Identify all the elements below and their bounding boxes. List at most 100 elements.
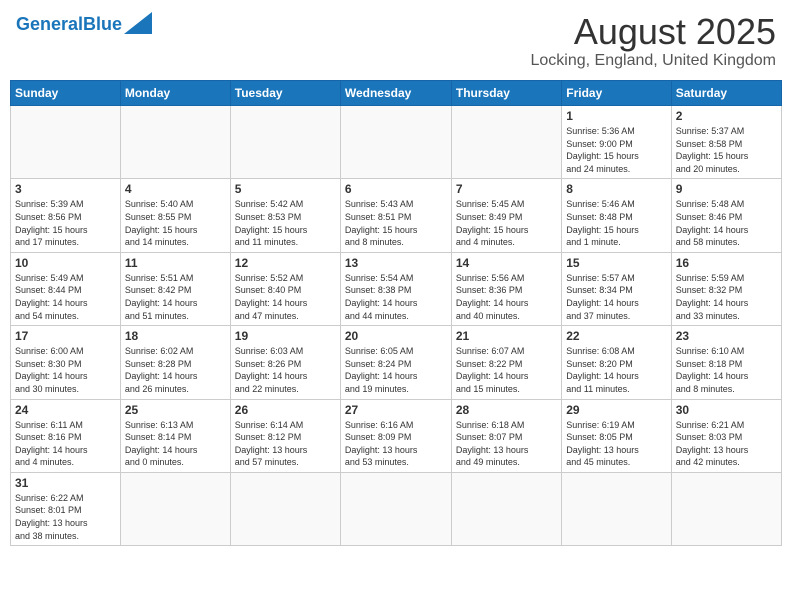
- calendar-day-cell: 4 Sunrise: 5:40 AM Sunset: 8:55 PM Daylig…: [120, 179, 230, 252]
- calendar-day-cell: 2 Sunrise: 5:37 AM Sunset: 8:58 PM Daylig…: [671, 106, 781, 179]
- calendar-week-row: 3Sunrise: 5:39 AM Sunset: 8:56 PM Daylig…: [11, 179, 782, 252]
- day-number: 8: [566, 182, 666, 196]
- day-info: Sunrise: 5:59 AM Sunset: 8:32 PM Dayligh…: [676, 272, 777, 322]
- day-info: Sunrise: 5:42 AM Sunset: 8:53 PM Dayligh…: [235, 198, 336, 248]
- calendar-day-cell: 6Sunrise: 5:43 AM Sunset: 8:51 PM Daylig…: [340, 179, 451, 252]
- day-number: 20: [345, 329, 447, 343]
- day-number: 16: [676, 256, 777, 270]
- calendar-day-cell: 31 Sunrise: 6:22 AM Sunset: 8:01 PM Dayli…: [11, 472, 121, 545]
- day-number: 10: [15, 256, 116, 270]
- day-info: Sunrise: 5:46 AM Sunset: 8:48 PM Dayligh…: [566, 198, 666, 248]
- calendar-day-cell: [451, 472, 561, 545]
- day-number: 25: [125, 403, 226, 417]
- calendar-day-cell: [451, 106, 561, 179]
- day-number: 23: [676, 329, 777, 343]
- calendar-day-cell: 12Sunrise: 5:52 AM Sunset: 8:40 PM Dayli…: [230, 252, 340, 325]
- day-number: 14: [456, 256, 557, 270]
- calendar-day-cell: 11Sunrise: 5:51 AM Sunset: 8:42 PM Dayli…: [120, 252, 230, 325]
- day-number: 29: [566, 403, 666, 417]
- calendar-day-cell: 10 Sunrise: 5:49 AM Sunset: 8:44 PM Dayli…: [11, 252, 121, 325]
- day-number: 17: [15, 329, 116, 343]
- day-info: Sunrise: 6:02 AM Sunset: 8:28 PM Dayligh…: [125, 345, 226, 395]
- logo-general: General: [16, 14, 83, 34]
- weekday-header: Wednesday: [340, 81, 451, 106]
- day-info: Sunrise: 6:18 AM Sunset: 8:07 PM Dayligh…: [456, 419, 557, 469]
- day-info: Sunrise: 6:03 AM Sunset: 8:26 PM Dayligh…: [235, 345, 336, 395]
- day-number: 27: [345, 403, 447, 417]
- day-number: 5: [235, 182, 336, 196]
- calendar-day-cell: [11, 106, 121, 179]
- calendar-day-cell: 29Sunrise: 6:19 AM Sunset: 8:05 PM Dayli…: [562, 399, 671, 472]
- calendar-day-cell: 18 Sunrise: 6:02 AM Sunset: 8:28 PM Dayli…: [120, 326, 230, 399]
- day-number: 26: [235, 403, 336, 417]
- calendar-day-cell: 28 Sunrise: 6:18 AM Sunset: 8:07 PM Dayli…: [451, 399, 561, 472]
- calendar-day-cell: 23 Sunrise: 6:10 AM Sunset: 8:18 PM Dayli…: [671, 326, 781, 399]
- calendar-day-cell: 19 Sunrise: 6:03 AM Sunset: 8:26 PM Dayli…: [230, 326, 340, 399]
- day-number: 28: [456, 403, 557, 417]
- calendar-day-cell: [120, 106, 230, 179]
- day-info: Sunrise: 6:10 AM Sunset: 8:18 PM Dayligh…: [676, 345, 777, 395]
- calendar-week-row: 10 Sunrise: 5:49 AM Sunset: 8:44 PM Dayli…: [11, 252, 782, 325]
- day-info: Sunrise: 5:48 AM Sunset: 8:46 PM Dayligh…: [676, 198, 777, 248]
- day-info: Sunrise: 5:49 AM Sunset: 8:44 PM Dayligh…: [15, 272, 116, 322]
- day-info: Sunrise: 6:14 AM Sunset: 8:12 PM Dayligh…: [235, 419, 336, 469]
- day-info: Sunrise: 6:16 AM Sunset: 8:09 PM Dayligh…: [345, 419, 447, 469]
- day-info: Sunrise: 6:08 AM Sunset: 8:20 PM Dayligh…: [566, 345, 666, 395]
- weekday-header: Sunday: [11, 81, 121, 106]
- calendar-day-cell: 24 Sunrise: 6:11 AM Sunset: 8:16 PM Dayli…: [11, 399, 121, 472]
- day-number: 15: [566, 256, 666, 270]
- calendar-week-row: 31 Sunrise: 6:22 AM Sunset: 8:01 PM Dayli…: [11, 472, 782, 545]
- weekday-header: Friday: [562, 81, 671, 106]
- calendar-day-cell: [562, 472, 671, 545]
- day-number: 7: [456, 182, 557, 196]
- calendar-day-cell: 25Sunrise: 6:13 AM Sunset: 8:14 PM Dayli…: [120, 399, 230, 472]
- day-info: Sunrise: 6:05 AM Sunset: 8:24 PM Dayligh…: [345, 345, 447, 395]
- day-info: Sunrise: 5:54 AM Sunset: 8:38 PM Dayligh…: [345, 272, 447, 322]
- calendar-day-cell: 1Sunrise: 5:36 AM Sunset: 9:00 PM Daylig…: [562, 106, 671, 179]
- day-info: Sunrise: 6:07 AM Sunset: 8:22 PM Dayligh…: [456, 345, 557, 395]
- day-info: Sunrise: 6:22 AM Sunset: 8:01 PM Dayligh…: [15, 492, 116, 542]
- day-info: Sunrise: 6:11 AM Sunset: 8:16 PM Dayligh…: [15, 419, 116, 469]
- title-area: August 2025 Locking, England, United Kin…: [531, 14, 777, 70]
- day-number: 12: [235, 256, 336, 270]
- day-number: 11: [125, 256, 226, 270]
- calendar-day-cell: 14 Sunrise: 5:56 AM Sunset: 8:36 PM Dayli…: [451, 252, 561, 325]
- calendar-day-cell: 8 Sunrise: 5:46 AM Sunset: 8:48 PM Daylig…: [562, 179, 671, 252]
- month-title: August 2025: [531, 14, 777, 50]
- calendar-week-row: 17 Sunrise: 6:00 AM Sunset: 8:30 PM Dayli…: [11, 326, 782, 399]
- logo-text: GeneralBlue: [16, 15, 122, 33]
- calendar-day-cell: [120, 472, 230, 545]
- calendar-day-cell: 15Sunrise: 5:57 AM Sunset: 8:34 PM Dayli…: [562, 252, 671, 325]
- calendar-day-cell: 30Sunrise: 6:21 AM Sunset: 8:03 PM Dayli…: [671, 399, 781, 472]
- calendar-day-cell: 26 Sunrise: 6:14 AM Sunset: 8:12 PM Dayli…: [230, 399, 340, 472]
- calendar-header-row: SundayMondayTuesdayWednesdayThursdayFrid…: [11, 81, 782, 106]
- day-number: 4: [125, 182, 226, 196]
- day-number: 18: [125, 329, 226, 343]
- day-number: 21: [456, 329, 557, 343]
- day-info: Sunrise: 5:37 AM Sunset: 8:58 PM Dayligh…: [676, 125, 777, 175]
- calendar-week-row: 1Sunrise: 5:36 AM Sunset: 9:00 PM Daylig…: [11, 106, 782, 179]
- day-number: 30: [676, 403, 777, 417]
- day-number: 1: [566, 109, 666, 123]
- day-number: 3: [15, 182, 116, 196]
- calendar-day-cell: 5 Sunrise: 5:42 AM Sunset: 8:53 PM Daylig…: [230, 179, 340, 252]
- weekday-header: Saturday: [671, 81, 781, 106]
- day-info: Sunrise: 6:00 AM Sunset: 8:30 PM Dayligh…: [15, 345, 116, 395]
- calendar-day-cell: 7Sunrise: 5:45 AM Sunset: 8:49 PM Daylig…: [451, 179, 561, 252]
- day-number: 2: [676, 109, 777, 123]
- calendar-day-cell: 13Sunrise: 5:54 AM Sunset: 8:38 PM Dayli…: [340, 252, 451, 325]
- logo-icon: [124, 12, 152, 34]
- day-info: Sunrise: 5:56 AM Sunset: 8:36 PM Dayligh…: [456, 272, 557, 322]
- calendar-day-cell: 3Sunrise: 5:39 AM Sunset: 8:56 PM Daylig…: [11, 179, 121, 252]
- logo: GeneralBlue: [16, 14, 152, 34]
- calendar-day-cell: [230, 472, 340, 545]
- header: GeneralBlue August 2025 Locking, England…: [10, 10, 782, 74]
- day-number: 24: [15, 403, 116, 417]
- day-info: Sunrise: 5:40 AM Sunset: 8:55 PM Dayligh…: [125, 198, 226, 248]
- weekday-header: Monday: [120, 81, 230, 106]
- location-title: Locking, England, United Kingdom: [531, 52, 777, 70]
- logo-blue: Blue: [83, 14, 122, 34]
- weekday-header: Tuesday: [230, 81, 340, 106]
- day-number: 31: [15, 476, 116, 490]
- day-number: 19: [235, 329, 336, 343]
